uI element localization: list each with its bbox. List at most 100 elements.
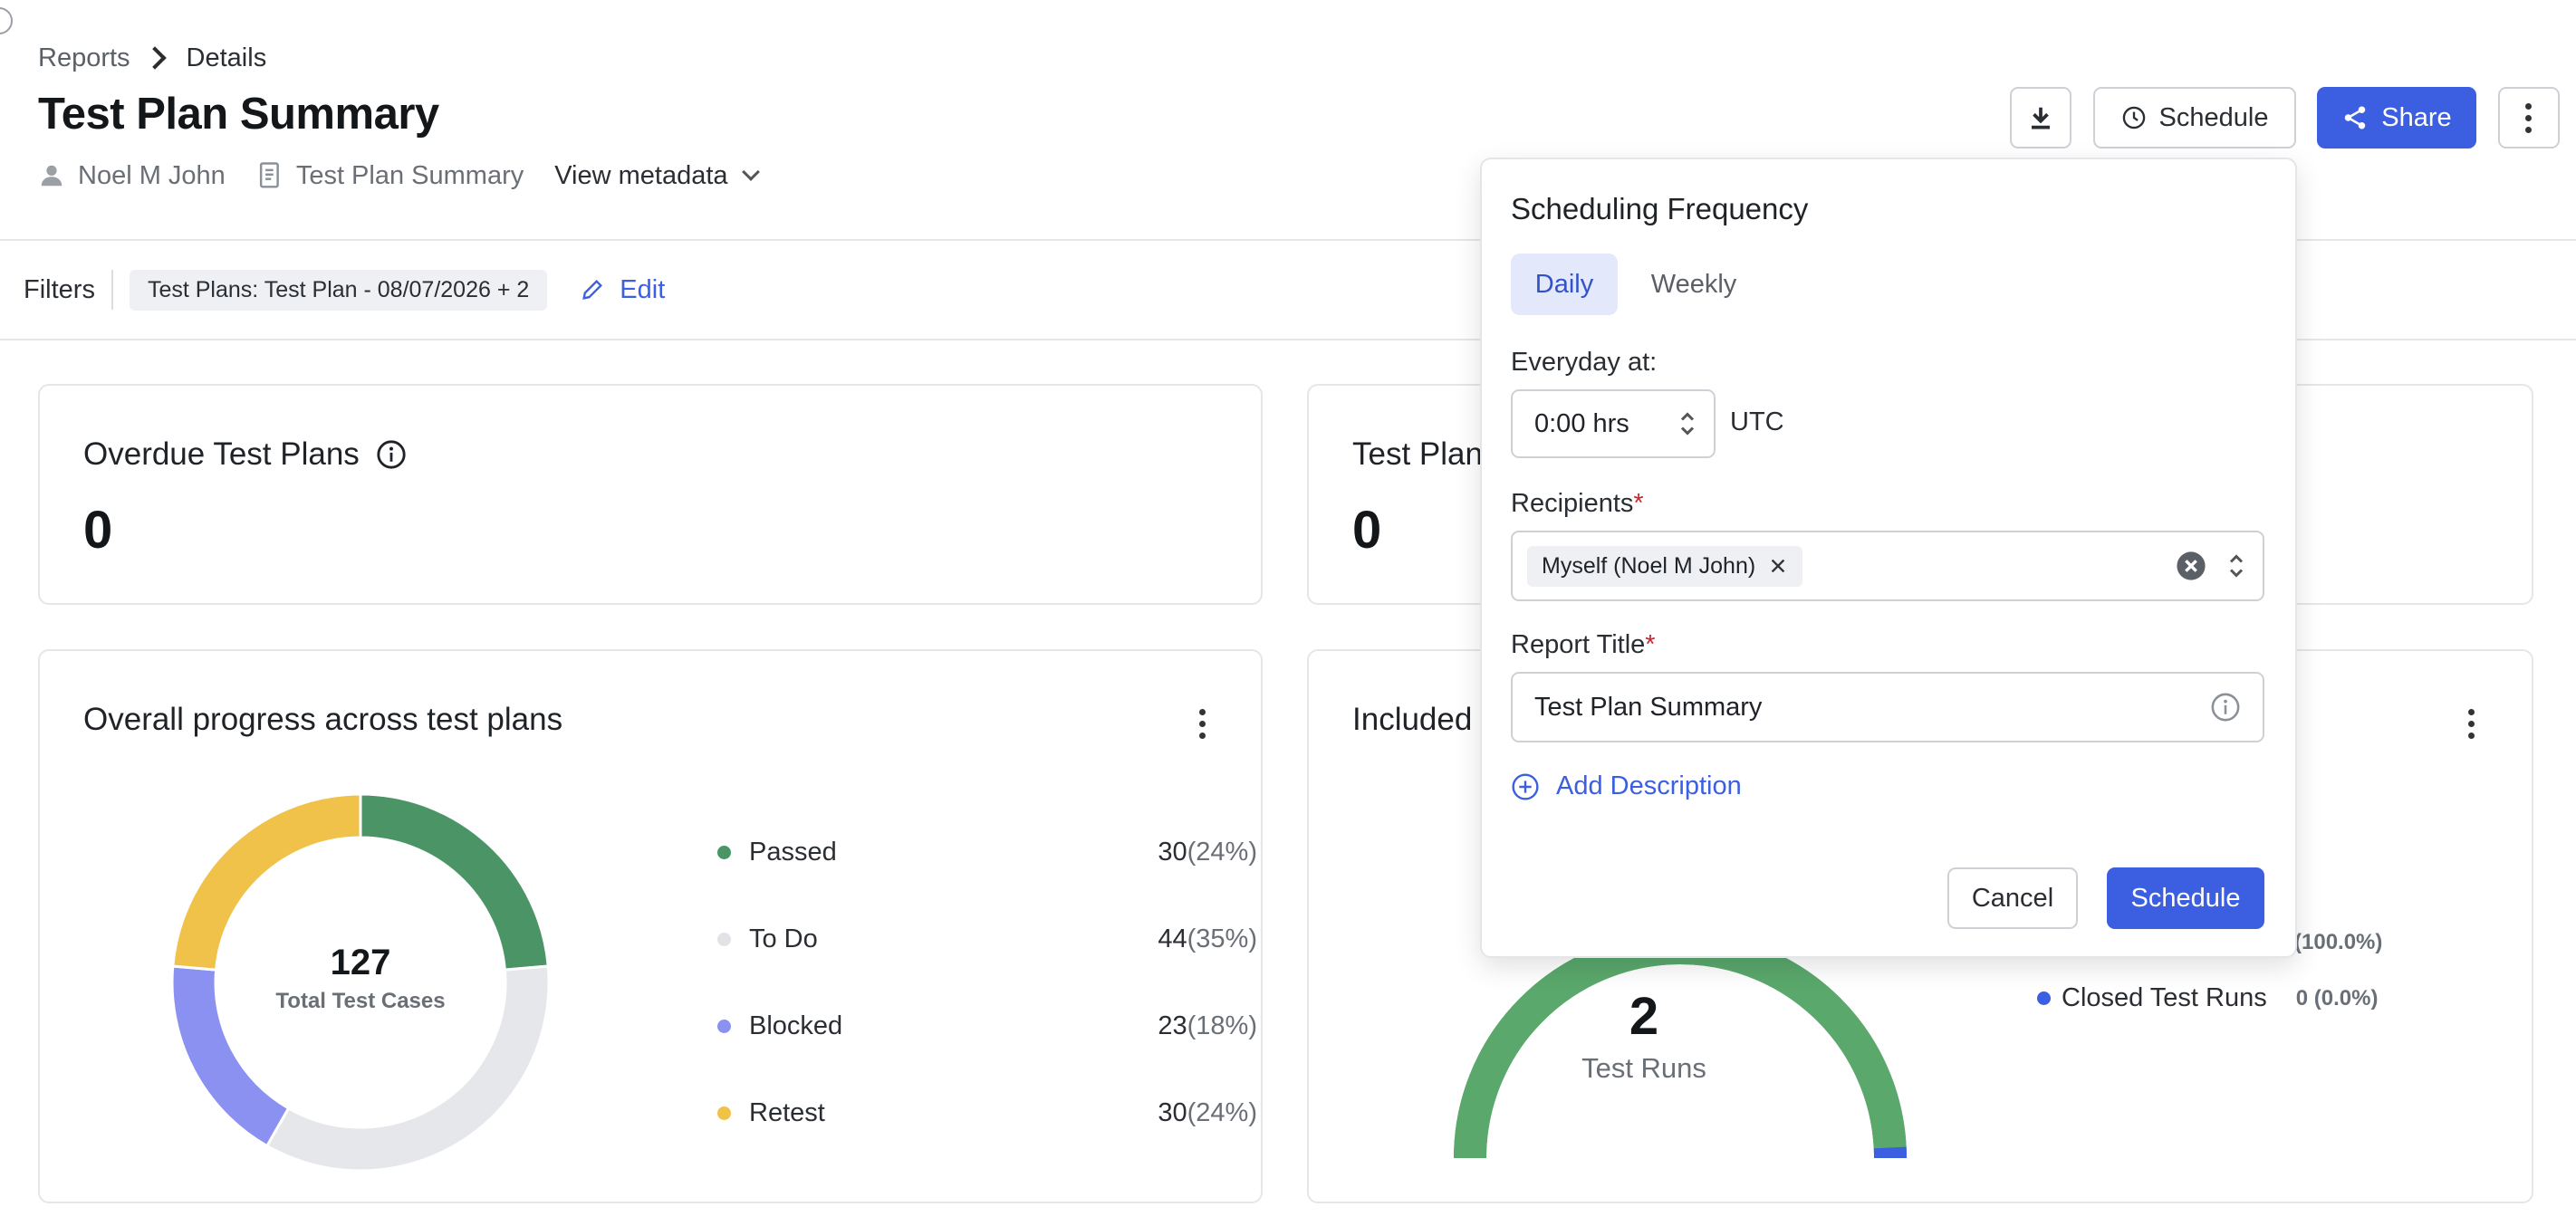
legend-value: 30(24%)	[1158, 838, 1257, 867]
legend-label: Retest	[749, 1098, 825, 1127]
report-meta: Noel M John Test Plan Summary View metad…	[38, 156, 760, 196]
test-plans-count: 0	[1352, 501, 1382, 560]
legend-dot	[717, 846, 731, 859]
tab-weekly[interactable]: Weekly	[1638, 254, 1750, 315]
card-title: Test Plan	[1352, 436, 1483, 472]
edit-filters-link[interactable]: Edit	[580, 275, 665, 305]
donut-total-label: Total Test Cases	[275, 989, 446, 1013]
card-menu-icon[interactable]	[2468, 709, 2475, 739]
view-metadata-toggle[interactable]: View metadata	[554, 160, 760, 191]
confirm-schedule-button[interactable]: Schedule	[2107, 867, 2264, 929]
legend-item-passed: Passed 30(24%)	[717, 838, 1257, 867]
legend-percent: (24%)	[1187, 1098, 1257, 1127]
time-value: 0:00 hrs	[1534, 408, 1629, 438]
edit-label: Edit	[620, 274, 666, 304]
view-metadata-label: View metadata	[554, 160, 728, 190]
gauge-center: 2 Test Runs	[1553, 986, 1735, 1085]
overdue-count: 0	[83, 501, 113, 560]
pencil-icon	[582, 280, 603, 300]
card-title-text: Overdue Test Plans	[83, 436, 360, 472]
report-title-input[interactable]: Test Plan Summary	[1511, 672, 2264, 742]
breadcrumb-current: Details	[186, 43, 267, 72]
recipient-tag: Myself (Noel M John)	[1527, 545, 1803, 587]
cancel-button[interactable]: Cancel	[1947, 867, 2078, 929]
popover-title: Scheduling Frequency	[1511, 192, 1809, 225]
document-icon	[259, 162, 279, 188]
filters-bar: Filters Test Plans: Test Plan - 08/07/20…	[24, 266, 665, 313]
legend-value: 30(24%)	[1158, 1098, 1257, 1128]
recipients-label-text: Recipients	[1511, 489, 1634, 518]
required-marker: *	[1645, 630, 1656, 659]
schedule-popover: Scheduling Frequency Daily Weekly Everyd…	[1480, 158, 2297, 958]
report-title-label: Report Title*	[1511, 630, 1656, 660]
breadcrumb-reports[interactable]: Reports	[38, 43, 130, 73]
info-icon[interactable]	[376, 439, 407, 470]
card-title: Included	[1352, 702, 1473, 737]
updown-chevron-icon	[1680, 412, 1695, 436]
download-icon	[2032, 107, 2050, 129]
corner-circle-icon	[0, 7, 13, 34]
timezone-label: UTC	[1730, 407, 1784, 436]
overdue-test-plans-card: Overdue Test Plans 0	[38, 384, 1263, 605]
legend-dot	[717, 933, 731, 946]
share-button-label: Share	[2381, 102, 2452, 132]
add-description-link[interactable]: Add Description	[1511, 771, 1742, 801]
time-select[interactable]: 0:00 hrs	[1511, 389, 1716, 458]
page-title: Test Plan Summary	[38, 90, 439, 139]
remove-tag-icon[interactable]	[1768, 556, 1788, 576]
author-name: Noel M John	[78, 160, 226, 190]
legend-dot	[2037, 991, 2051, 1005]
legend-item-retest: Retest 30(24%)	[717, 1098, 1257, 1128]
legend-count: 30	[1158, 1098, 1187, 1127]
plus-circle-icon	[1512, 772, 1539, 800]
everyday-label: Everyday at:	[1511, 348, 1658, 377]
card-title: Overdue Test Plans	[83, 436, 407, 473]
donut-center: 127 Total Test Cases	[167, 943, 554, 1014]
legend-count: 23	[1158, 1011, 1187, 1040]
report-title-value: Test Plan Summary	[1534, 692, 1763, 722]
legend-dot	[717, 1106, 731, 1120]
report-meta-item: Test Plan Summary	[256, 161, 524, 191]
schedule-button-label: Schedule	[2158, 102, 2269, 132]
recipients-label: Recipients*	[1511, 489, 1644, 519]
share-button[interactable]: Share	[2317, 87, 2476, 148]
filter-chip[interactable]: Test Plans: Test Plan - 08/07/2026 + 2	[129, 269, 548, 311]
legend-value: 44(35%)	[1158, 924, 1257, 954]
more-options-button[interactable]	[2498, 87, 2560, 148]
tab-daily[interactable]: Daily	[1511, 254, 1618, 315]
closed-runs-label: Closed Test Runs	[2062, 983, 2267, 1012]
legend-percent: (18%)	[1187, 1011, 1257, 1040]
legend-count: 44	[1158, 924, 1187, 953]
legend-item-blocked: Blocked 23(18%)	[717, 1011, 1257, 1041]
required-marker: *	[1633, 489, 1644, 518]
card-title: Overall progress across test plans	[83, 702, 563, 737]
info-icon[interactable]	[2210, 692, 2241, 723]
clock-icon	[2122, 106, 2145, 129]
report-title-label-text: Report Title	[1511, 630, 1646, 659]
legend-percent: (24%)	[1187, 838, 1257, 867]
download-button[interactable]	[2010, 87, 2071, 148]
user-icon	[41, 165, 62, 187]
filters-label: Filters	[24, 274, 95, 304]
overall-progress-card: Overall progress across test plans 127 T…	[38, 649, 1263, 1203]
chevron-right-icon	[142, 46, 167, 70]
recipients-select[interactable]: Myself (Noel M John)	[1511, 531, 2264, 601]
schedule-button[interactable]: Schedule	[2093, 87, 2296, 148]
filters-separator	[111, 270, 113, 310]
legend-count: 30	[1158, 838, 1187, 867]
clear-icon[interactable]	[2176, 551, 2206, 581]
legend-item-to-do: To Do 44(35%)	[717, 924, 1257, 954]
card-menu-icon[interactable]	[1199, 709, 1206, 739]
legend-label: Passed	[749, 838, 837, 867]
closed-runs-legend: Closed Test Runs 0 (0.0%)	[2037, 983, 2378, 1013]
open-runs-value: (100.0%)	[2294, 930, 2383, 954]
legend-value: 23(18%)	[1158, 1011, 1257, 1041]
recipient-tag-label: Myself (Noel M John)	[1542, 552, 1756, 579]
legend-percent: (35%)	[1187, 924, 1257, 953]
author-meta: Noel M John	[38, 161, 226, 191]
gauge-label: Test Runs	[1581, 1052, 1706, 1084]
donut-total: 127	[330, 943, 391, 982]
add-description-label: Add Description	[1556, 771, 1742, 800]
legend-label: To Do	[749, 924, 818, 953]
legend-label: Blocked	[749, 1011, 843, 1040]
